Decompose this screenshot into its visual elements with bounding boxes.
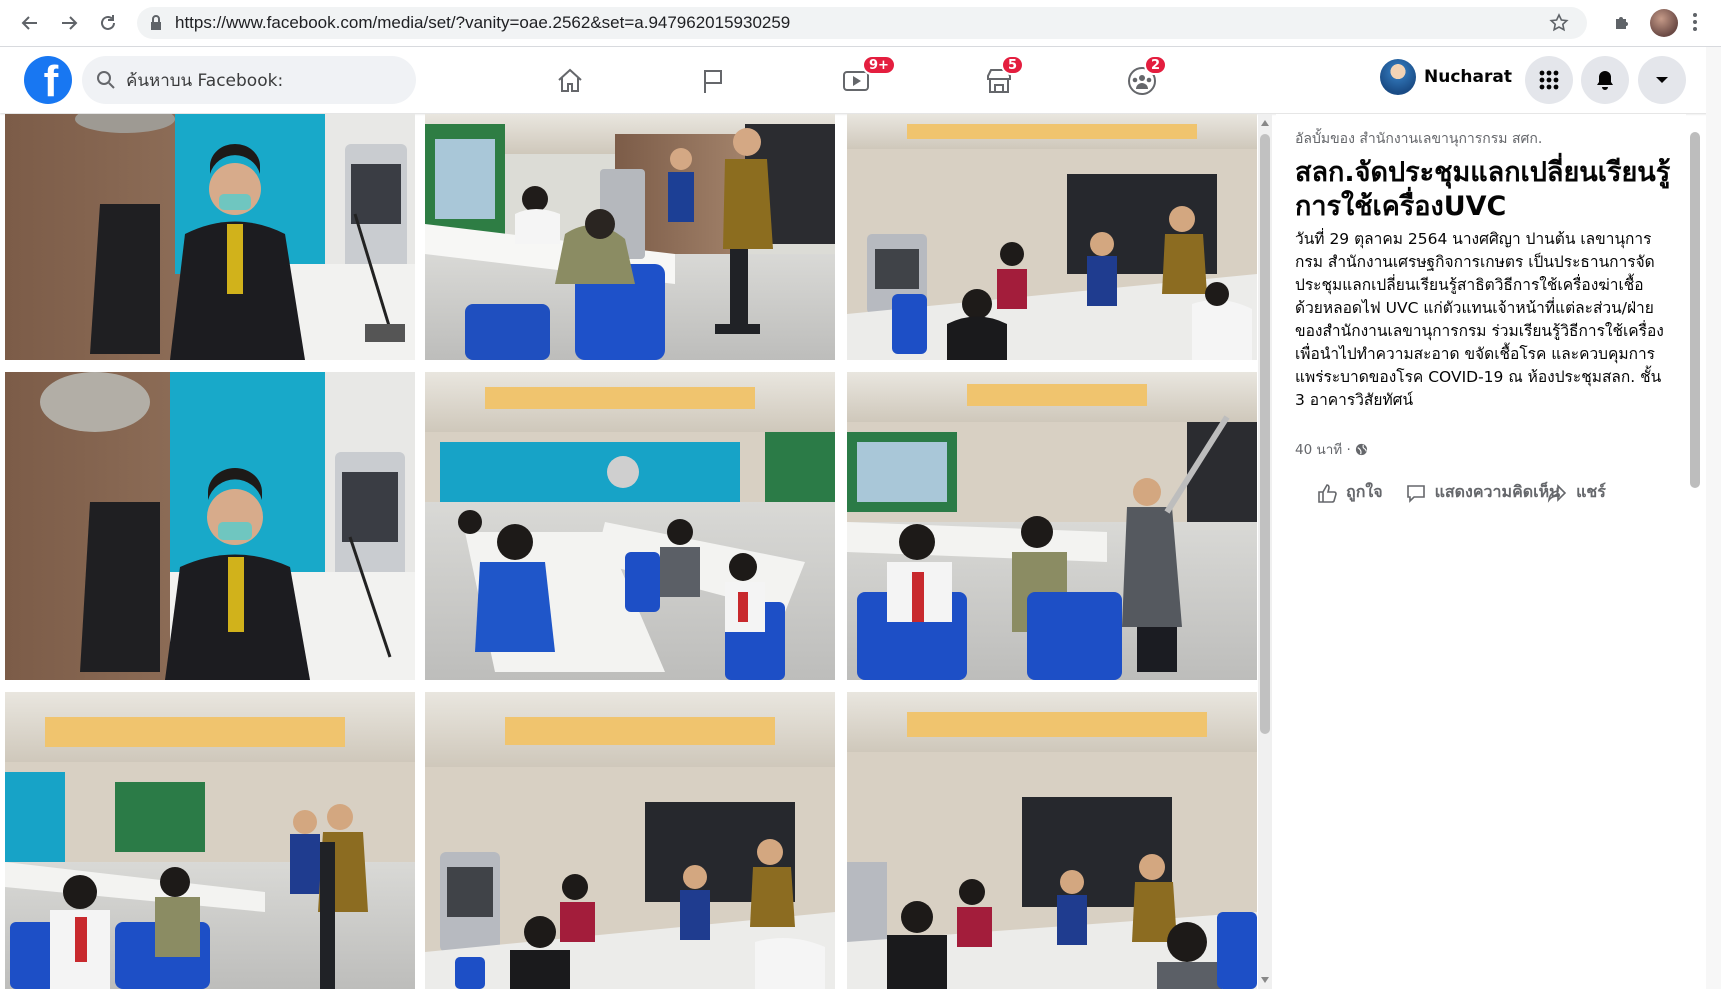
home-icon [558, 68, 582, 92]
url-text: https://www.facebook.com/media/set/?vani… [175, 13, 791, 32]
page-scrollbar[interactable] [1706, 47, 1721, 989]
forward-button[interactable] [55, 9, 83, 37]
share-arrow-icon [1547, 483, 1567, 503]
like-label: ถูกใจ [1346, 482, 1383, 501]
address-bar[interactable]: https://www.facebook.com/media/set/?vani… [137, 7, 1587, 39]
photo-meeting-room-2[interactable] [5, 692, 415, 989]
post-details-panel: อัลบั้มของ สำนักงานเลขานุการกรม สศก. สลก… [1276, 114, 1686, 989]
menu-button[interactable] [1525, 56, 1573, 104]
user-name: Nucharat [1424, 67, 1512, 87]
photo-director-seated[interactable] [5, 114, 415, 360]
facebook-f-icon: f [43, 57, 59, 104]
notifications-button[interactable] [1581, 56, 1629, 104]
photo-meeting-room-1[interactable] [425, 372, 835, 680]
nav-pages[interactable] [693, 61, 733, 101]
nav-watch[interactable]: 9+ [836, 55, 896, 101]
photo-uvc-demo-2[interactable] [847, 372, 1257, 680]
panel-scrollbar-thumb[interactable] [1690, 132, 1700, 488]
comment-label: แสดงความคิดเห็น [1434, 482, 1561, 501]
like-button[interactable]: ถูกใจ [1316, 480, 1383, 505]
thumbs-up-icon [1318, 483, 1337, 503]
reload-icon [101, 15, 115, 30]
browser-menu-icon[interactable] [1692, 11, 1698, 33]
photo-meeting-screen-2[interactable] [425, 692, 835, 989]
post-title: สลก.จัดประชุมแลกเปลี่ยนเรียนรู้การใช้เคร… [1295, 157, 1671, 222]
browser-toolbar: https://www.facebook.com/media/set/?vani… [0, 0, 1721, 47]
panel-scrollbar[interactable] [1688, 114, 1702, 514]
flag-icon [704, 70, 722, 93]
watch-badge: 9+ [862, 55, 896, 75]
search-icon [97, 71, 115, 89]
photo-grid-scrollbar[interactable] [1258, 114, 1272, 989]
scroll-up-arrow-icon[interactable] [1261, 120, 1269, 126]
post-actions: ถูกใจ แสดงความคิดเห็น แชร์ [1316, 480, 1628, 505]
profile-chip[interactable]: Nucharat [1380, 55, 1512, 99]
photo-uvc-demo-1[interactable] [425, 114, 835, 360]
search-box[interactable] [82, 56, 416, 104]
groups-badge: 2 [1144, 55, 1168, 75]
facebook-logo[interactable]: f [24, 56, 72, 104]
arrow-right-icon [62, 16, 78, 30]
back-button[interactable] [16, 9, 44, 37]
share-label: แชร์ [1576, 482, 1606, 501]
photo-director-seated-2[interactable] [5, 372, 415, 680]
bell-icon [1597, 71, 1613, 90]
globe-public-icon [1355, 443, 1367, 455]
grid-menu-icon [1539, 70, 1559, 90]
marketplace-badge: 5 [1001, 55, 1025, 75]
account-button[interactable] [1638, 56, 1686, 104]
bookmark-star-icon[interactable] [1549, 13, 1569, 33]
photo-meeting-screen-3[interactable] [847, 692, 1257, 989]
album-owner-link[interactable]: อัลบั้มของ สำนักงานเลขานุการกรม สศก. [1295, 128, 1542, 150]
nav-home[interactable] [550, 61, 590, 101]
nav-marketplace[interactable]: 5 [979, 55, 1025, 101]
facebook-header: f 9+ 5 2 Nucharat [0, 47, 1721, 113]
arrow-left-icon [21, 16, 37, 30]
user-avatar [1380, 59, 1416, 95]
post-time[interactable]: 40 นาที · [1295, 438, 1351, 460]
nav-groups[interactable]: 2 [1122, 55, 1168, 101]
album-photo-grid [5, 114, 1257, 989]
comment-bubble-icon [1406, 484, 1425, 503]
scroll-down-arrow-icon[interactable] [1261, 977, 1269, 983]
search-input[interactable] [124, 67, 408, 95]
scrollbar-thumb[interactable] [1260, 134, 1270, 734]
comment-button[interactable]: แสดงความคิดเห็น [1405, 480, 1561, 505]
caret-down-icon [1656, 77, 1668, 83]
post-body: วันที่ 29 ตุลาคม 2564 นางศศิญา ปานต้น เล… [1295, 230, 1664, 409]
extensions-puzzle-icon[interactable] [1612, 11, 1634, 33]
lock-icon [151, 15, 161, 30]
browser-profile-avatar[interactable] [1650, 9, 1678, 37]
post-meta: 40 นาที · [1295, 438, 1368, 460]
photo-meeting-screen-1[interactable] [847, 114, 1257, 360]
share-button[interactable]: แชร์ [1546, 480, 1606, 505]
reload-button[interactable] [94, 9, 122, 37]
